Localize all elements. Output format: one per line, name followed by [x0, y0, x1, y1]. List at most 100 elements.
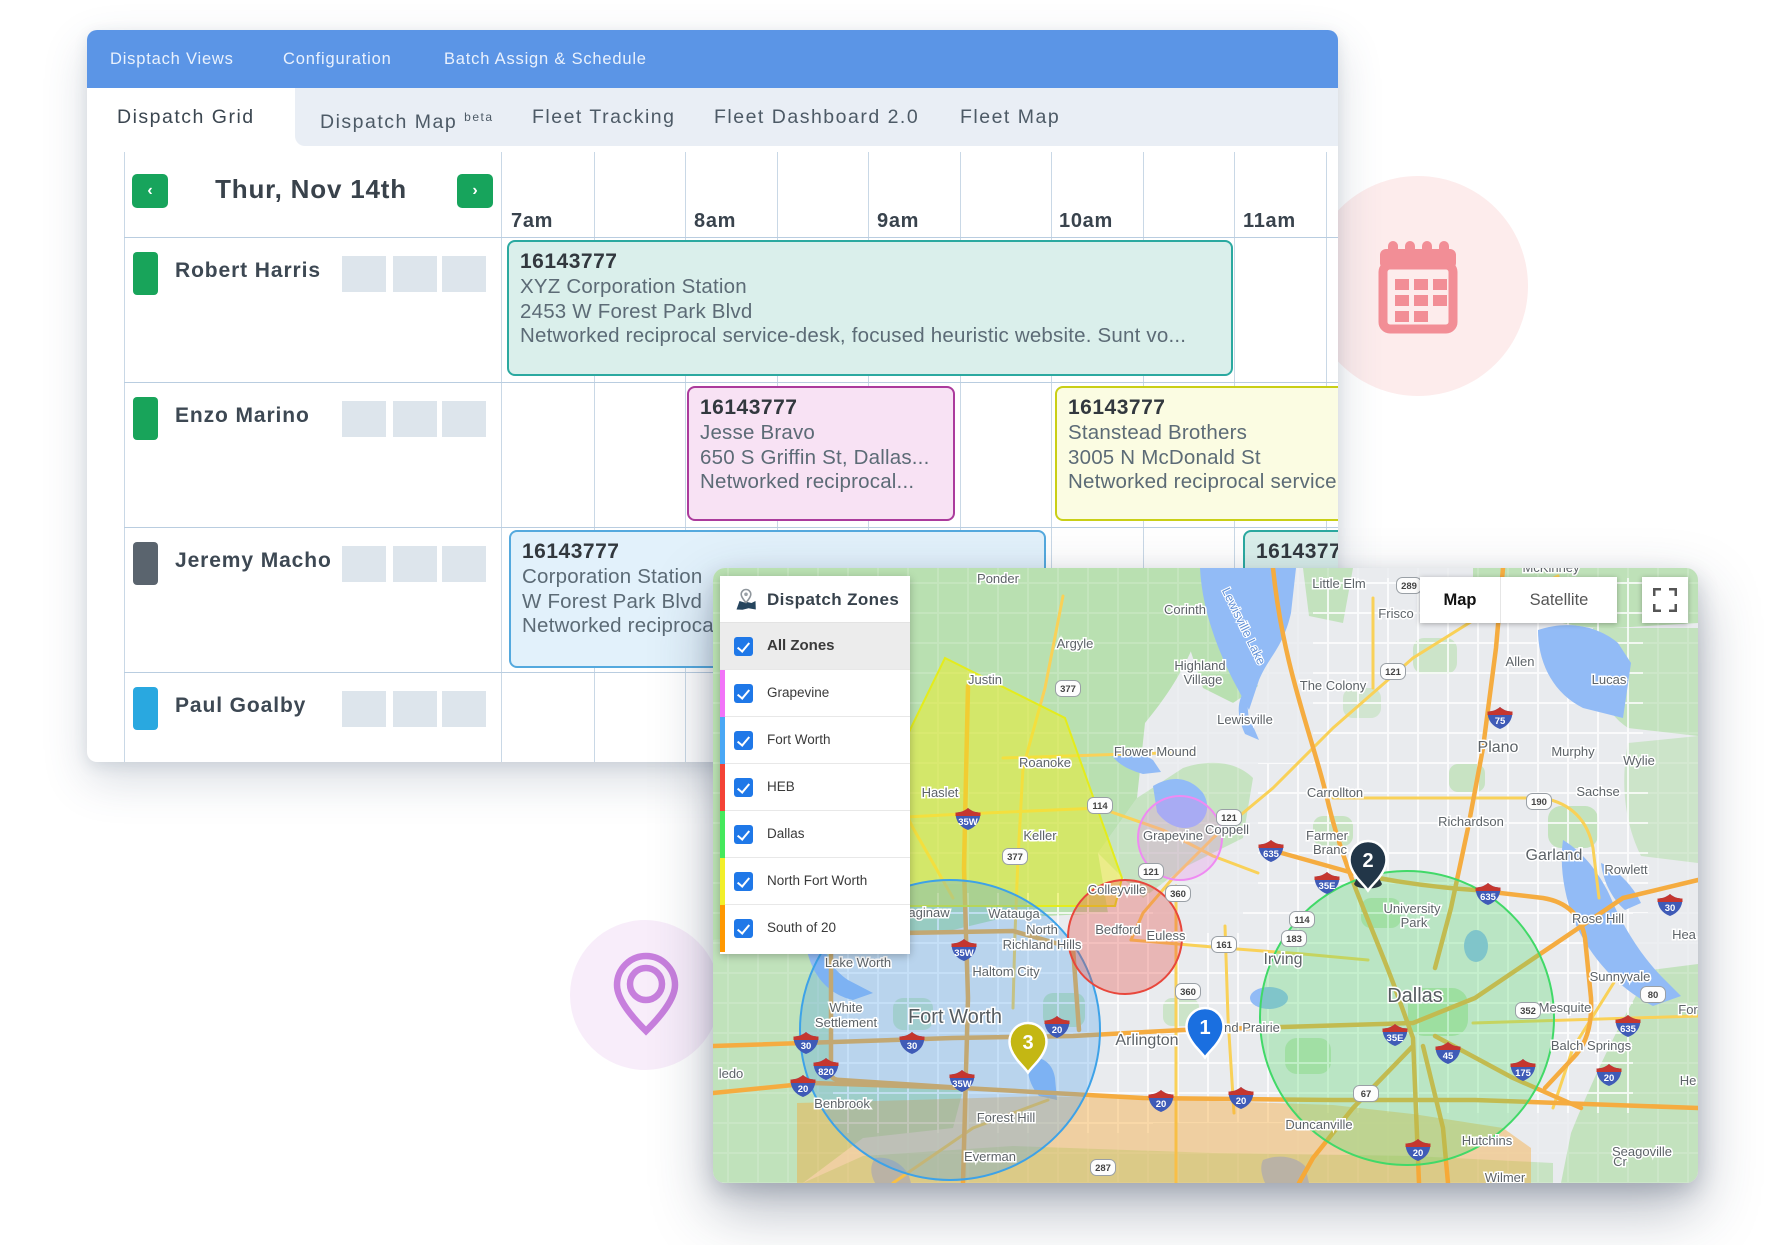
- svg-text:Haltom City: Haltom City: [972, 964, 1040, 979]
- svg-text:635: 635: [1263, 849, 1280, 860]
- svg-text:80: 80: [1648, 990, 1659, 1001]
- svg-text:Frisco: Frisco: [1378, 606, 1413, 621]
- svg-text:Carrollton: Carrollton: [1307, 785, 1363, 800]
- svg-text:Fort Worth: Fort Worth: [908, 1006, 1002, 1028]
- svg-text:nd Prairie: nd Prairie: [1224, 1020, 1280, 1035]
- svg-text:30: 30: [907, 1041, 918, 1052]
- svg-text:Lake Worth: Lake Worth: [825, 955, 891, 970]
- svg-text:Wilmer: Wilmer: [1485, 1170, 1526, 1183]
- svg-text:Watauga: Watauga: [988, 906, 1040, 921]
- svg-text:3: 3: [1022, 1032, 1033, 1054]
- svg-text:ledo: ledo: [719, 1066, 744, 1081]
- svg-text:287: 287: [1095, 1163, 1111, 1174]
- svg-text:Rose Hill: Rose Hill: [1572, 911, 1624, 926]
- svg-text:Keller: Keller: [1023, 828, 1057, 843]
- svg-text:Duncanville: Duncanville: [1285, 1117, 1352, 1132]
- svg-text:Sunnyvale: Sunnyvale: [1590, 969, 1651, 984]
- svg-text:121: 121: [1143, 867, 1160, 878]
- svg-text:20: 20: [1156, 1099, 1167, 1110]
- svg-text:20: 20: [1052, 1025, 1063, 1036]
- svg-text:Allen: Allen: [1506, 654, 1535, 669]
- svg-text:University: University: [1383, 901, 1441, 916]
- svg-text:Richardson: Richardson: [1438, 814, 1504, 829]
- svg-text:Farmer: Farmer: [1306, 828, 1349, 843]
- svg-text:Sachse: Sachse: [1576, 784, 1619, 799]
- svg-text:Lewisville: Lewisville: [1217, 712, 1273, 727]
- svg-text:45: 45: [1443, 1051, 1454, 1062]
- svg-text:2: 2: [1362, 850, 1373, 872]
- svg-text:Colleyville: Colleyville: [1088, 882, 1147, 897]
- svg-text:352: 352: [1520, 1006, 1536, 1017]
- svg-text:161: 161: [1216, 940, 1233, 951]
- svg-text:75: 75: [1495, 716, 1506, 727]
- svg-text:Dallas: Dallas: [1387, 985, 1443, 1007]
- svg-text:Hutchins: Hutchins: [1462, 1133, 1513, 1148]
- svg-text:Justin: Justin: [968, 672, 1002, 687]
- svg-text:20: 20: [1604, 1073, 1615, 1084]
- svg-text:183: 183: [1286, 934, 1302, 945]
- svg-text:114: 114: [1294, 915, 1310, 926]
- svg-text:114: 114: [1092, 801, 1108, 812]
- svg-text:Wylie: Wylie: [1623, 753, 1655, 768]
- svg-text:30: 30: [1665, 903, 1676, 914]
- svg-text:121: 121: [1221, 813, 1238, 824]
- svg-text:Grapevine: Grapevine: [1143, 828, 1203, 843]
- svg-text:20: 20: [1236, 1096, 1247, 1107]
- svg-text:35W: 35W: [954, 948, 974, 959]
- svg-text:377: 377: [1060, 684, 1076, 695]
- svg-text:Garland: Garland: [1526, 847, 1583, 864]
- svg-text:Everman: Everman: [964, 1149, 1016, 1164]
- svg-text:Arlington: Arlington: [1115, 1032, 1178, 1049]
- svg-text:Little Elm: Little Elm: [1312, 576, 1365, 591]
- svg-text:Corinth: Corinth: [1164, 602, 1206, 617]
- svg-text:Rowlett: Rowlett: [1604, 862, 1648, 877]
- svg-text:35E: 35E: [1319, 881, 1336, 892]
- svg-text:For: For: [1678, 1002, 1698, 1017]
- svg-text:121: 121: [1385, 667, 1402, 678]
- svg-text:Mesquite: Mesquite: [1539, 1000, 1592, 1015]
- svg-text:635: 635: [1480, 892, 1497, 903]
- svg-text:Forest Hill: Forest Hill: [977, 1110, 1036, 1125]
- svg-text:635: 635: [1620, 1024, 1637, 1035]
- svg-text:20: 20: [798, 1084, 809, 1095]
- svg-text:Park: Park: [1401, 915, 1428, 930]
- svg-text:289: 289: [1401, 581, 1417, 592]
- svg-text:Branc: Branc: [1313, 842, 1347, 857]
- svg-text:Murphy: Murphy: [1551, 744, 1595, 759]
- svg-text:He: He: [1680, 1073, 1697, 1088]
- svg-text:Benbrook: Benbrook: [814, 1096, 870, 1111]
- svg-text:Hea: Hea: [1672, 927, 1697, 942]
- svg-text:Ponder: Ponder: [977, 571, 1020, 586]
- svg-text:Richland Hills: Richland Hills: [1003, 937, 1082, 952]
- svg-text:820: 820: [818, 1067, 834, 1078]
- svg-text:20: 20: [1413, 1148, 1424, 1159]
- svg-text:35E: 35E: [1387, 1033, 1404, 1044]
- svg-text:Argyle: Argyle: [1057, 636, 1094, 651]
- svg-text:Irving: Irving: [1263, 951, 1302, 968]
- svg-text:Flower Mound: Flower Mound: [1114, 744, 1196, 759]
- svg-text:360: 360: [1180, 987, 1196, 998]
- svg-text:35W: 35W: [952, 1079, 972, 1090]
- svg-text:67: 67: [1361, 1089, 1372, 1100]
- svg-text:Bedford: Bedford: [1095, 922, 1141, 937]
- svg-text:377: 377: [1007, 852, 1023, 863]
- svg-text:North: North: [1026, 922, 1058, 937]
- svg-text:175: 175: [1515, 1068, 1532, 1079]
- svg-text:Balch Springs: Balch Springs: [1551, 1038, 1632, 1053]
- svg-text:30: 30: [801, 1041, 812, 1052]
- svg-text:Plano: Plano: [1478, 739, 1519, 756]
- svg-text:Settlement: Settlement: [815, 1015, 878, 1030]
- svg-text:McKinney: McKinney: [1522, 568, 1580, 575]
- svg-text:Roanoke: Roanoke: [1019, 755, 1071, 770]
- svg-text:Cr: Cr: [1613, 1154, 1627, 1169]
- svg-text:White: White: [829, 1000, 862, 1015]
- svg-text:Haslet: Haslet: [922, 785, 959, 800]
- svg-text:Village: Village: [1184, 672, 1223, 687]
- svg-text:Lucas: Lucas: [1592, 672, 1627, 687]
- svg-text:Highland: Highland: [1174, 658, 1225, 673]
- svg-text:360: 360: [1170, 889, 1186, 900]
- svg-text:aginaw: aginaw: [908, 905, 950, 920]
- svg-text:The Colony: The Colony: [1300, 678, 1367, 693]
- svg-text:1: 1: [1199, 1017, 1210, 1039]
- svg-text:190: 190: [1531, 797, 1547, 808]
